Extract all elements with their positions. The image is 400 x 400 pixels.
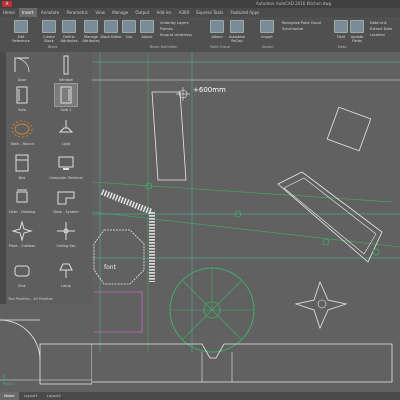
tab-view[interactable]: View bbox=[92, 8, 108, 17]
tab-layout2[interactable]: Layout2 bbox=[43, 392, 65, 400]
create-block-icon bbox=[42, 20, 56, 33]
panel-label-data[interactable]: Data bbox=[338, 45, 346, 49]
tab-output[interactable]: Output bbox=[132, 8, 152, 17]
manage-attributes-icon bbox=[84, 20, 98, 33]
dimension-label: +600mm bbox=[193, 86, 226, 94]
update-fields-icon bbox=[350, 20, 364, 33]
palette-footer[interactable]: Tool Palettes - All Palettes bbox=[0, 296, 92, 303]
door-icon bbox=[14, 57, 30, 73]
clip-icon bbox=[122, 20, 136, 33]
define-attributes-button[interactable]: Define Attributes bbox=[58, 20, 80, 43]
palette-tool-door[interactable]: Door bbox=[2, 54, 42, 82]
tab-add-ins[interactable]: Add-ins bbox=[154, 8, 175, 17]
block-editor-icon bbox=[104, 20, 118, 33]
sofa-icon bbox=[54, 83, 78, 107]
palette-tool-desk-system[interactable]: Desk - System bbox=[46, 186, 86, 214]
edit-reference-button[interactable]: Edit Reference bbox=[10, 20, 32, 43]
bed-icon bbox=[15, 154, 29, 172]
tab-a360[interactable]: A360 bbox=[176, 8, 192, 17]
palette-tool-computer-terminal[interactable]: Computer Terminal bbox=[46, 152, 86, 180]
drawing-area-left[interactable] bbox=[0, 304, 93, 392]
window-icon bbox=[63, 55, 69, 75]
palette-side-strip[interactable] bbox=[0, 52, 6, 304]
status-bar: Model Layout1 Layout2 bbox=[0, 392, 400, 400]
desk-icon bbox=[57, 191, 75, 205]
lamp-icon bbox=[59, 263, 73, 278]
panel-label-block-definition[interactable]: Block Definition bbox=[150, 45, 178, 49]
tool-palette: Door Window Sofa Sofa 2 Table - Round Li… bbox=[0, 52, 93, 304]
palette-tool-bed[interactable]: Bed bbox=[2, 152, 42, 180]
palette-tool-sofa[interactable]: Sofa bbox=[2, 84, 42, 112]
drawing-canvas[interactable] bbox=[41, 52, 400, 392]
create-block-button[interactable]: Create Block bbox=[38, 20, 60, 43]
tab-home[interactable]: Home bbox=[0, 8, 18, 17]
location-button[interactable]: Location bbox=[370, 32, 392, 38]
manage-attributes-button[interactable]: Manage Attributes bbox=[80, 20, 102, 43]
title-bar: A Autodesk AutoCAD 2016 Kitchen.dwg bbox=[0, 0, 400, 8]
tab-manage[interactable]: Manage bbox=[109, 8, 131, 17]
tab-model[interactable]: Model bbox=[0, 392, 19, 400]
ceiling-fan-icon bbox=[57, 222, 75, 240]
define-attributes-icon bbox=[62, 20, 76, 33]
attach-button[interactable]: Attach bbox=[206, 20, 228, 39]
chair-icon bbox=[16, 189, 28, 203]
adjust-button[interactable]: Adjust bbox=[136, 20, 158, 39]
plant-icon bbox=[11, 220, 33, 242]
tab-layout1[interactable]: Layout1 bbox=[20, 392, 42, 400]
ribbon-panel-labels: Block Block Definition Point Cloud Impor… bbox=[0, 45, 400, 52]
snap-to-underlays-button[interactable]: Snap to Underlays bbox=[160, 32, 192, 38]
palette-tool-sink[interactable]: Sink bbox=[2, 260, 42, 288]
panel-label-block[interactable]: Block bbox=[48, 45, 57, 49]
palette-tool-table-round[interactable]: Table - Round bbox=[2, 118, 42, 146]
panel-label-point-cloud[interactable]: Point Cloud bbox=[210, 45, 230, 49]
palette-tool-sofa-2[interactable]: Sofa 2 bbox=[46, 83, 86, 112]
tab-insert[interactable]: Insert bbox=[19, 8, 37, 17]
panel-label-import[interactable]: Import bbox=[262, 45, 274, 49]
sofa-icon bbox=[16, 86, 28, 104]
floor-plan-drawing bbox=[41, 52, 400, 383]
palette-tool-window[interactable]: Window bbox=[46, 54, 86, 82]
palette-tool-plant-outdoor[interactable]: Plant - Outdoor bbox=[2, 220, 42, 248]
drawing-text-label: font bbox=[104, 264, 116, 271]
palette-tool-chair-desking[interactable]: Chair - Desking bbox=[2, 186, 42, 214]
ribbon-tabs: Home Insert Annotate Parametric View Man… bbox=[0, 8, 400, 17]
tab-featured-apps[interactable]: Featured Apps bbox=[227, 8, 262, 17]
tab-annotate[interactable]: Annotate bbox=[38, 8, 62, 17]
edit-reference-icon bbox=[14, 20, 28, 33]
table-icon bbox=[11, 120, 33, 138]
import-button[interactable]: Import bbox=[256, 20, 278, 39]
window-title: Autodesk AutoCAD 2016 Kitchen.dwg bbox=[256, 1, 332, 6]
drawing-lines-left bbox=[0, 319, 93, 385]
point-cloud-options-list: Recognize Point Cloud Synchronize bbox=[282, 20, 321, 32]
tab-parametric[interactable]: Parametric bbox=[63, 8, 91, 17]
autodesk-recap-button[interactable]: Autodesk ReCap bbox=[226, 20, 248, 43]
palette-tool-light[interactable]: Light bbox=[46, 118, 86, 146]
app-logo-icon[interactable]: A bbox=[2, 1, 12, 7]
light-icon bbox=[58, 120, 74, 133]
recap-icon bbox=[230, 20, 244, 33]
reference-options-list: Underlay Layers Frames Snap to Underlays bbox=[160, 20, 192, 38]
update-fields-button[interactable]: Update Fields bbox=[346, 20, 368, 43]
palette-tool-lamp[interactable]: Lamp bbox=[46, 260, 86, 288]
computer-icon bbox=[58, 156, 74, 170]
import-icon bbox=[260, 20, 274, 33]
adjust-icon bbox=[140, 20, 154, 33]
synchronize-button[interactable]: Synchronize bbox=[282, 26, 321, 32]
tab-express-tools[interactable]: Express Tools bbox=[193, 8, 226, 17]
data-options-list: Data Link Extract Data Location bbox=[370, 20, 392, 38]
attach-icon bbox=[210, 20, 224, 33]
sink-icon bbox=[14, 265, 30, 277]
palette-tool-ceiling-fan[interactable]: Ceiling Fan bbox=[46, 220, 86, 248]
